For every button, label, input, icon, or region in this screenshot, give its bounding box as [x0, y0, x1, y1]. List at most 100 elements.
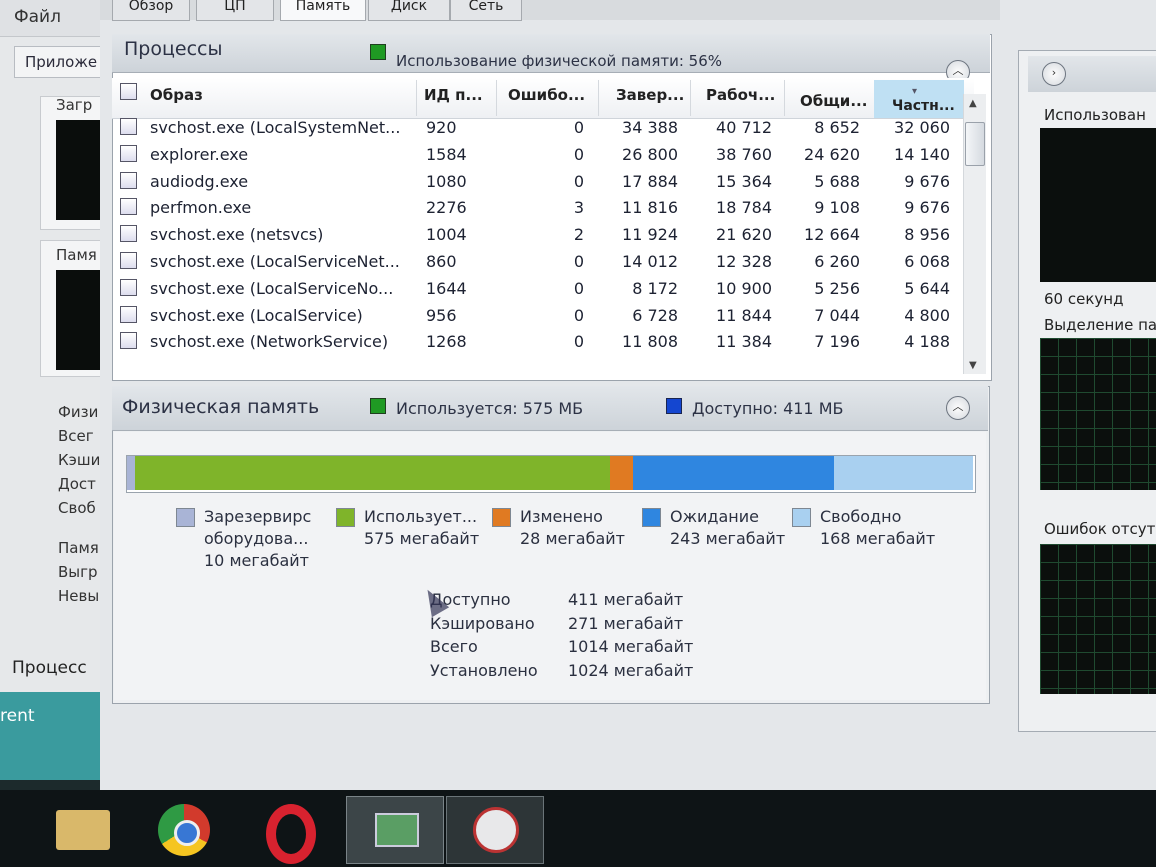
commit-graph — [1040, 338, 1156, 490]
file-explorer-taskbar-button[interactable] — [42, 796, 130, 862]
process-row[interactable]: audiodg.exe 1080 0 17 884 15 364 5 688 9 676 — [114, 171, 974, 199]
column-pid[interactable]: ИД п... — [424, 86, 483, 104]
tab-overview[interactable]: Обзор — [112, 0, 190, 21]
process-row[interactable]: explorer.exe 1584 0 26 800 38 760 24 620 14 14… — [114, 144, 974, 172]
summary-label: Установлено — [430, 660, 538, 680]
tab-memory[interactable]: Память — [280, 0, 366, 21]
process-checkbox[interactable] — [120, 252, 137, 269]
process-image: svchost.exe (LocalService) — [150, 305, 363, 325]
graph-title-commit: Выделение па — [1044, 316, 1156, 334]
memory-bar-segment-free — [834, 456, 973, 490]
column-separator[interactable] — [784, 80, 785, 116]
memory-usage-legend-icon — [370, 44, 386, 60]
tab-applications[interactable]: Приложе — [14, 46, 104, 78]
process-checkbox[interactable] — [120, 225, 137, 243]
status-processes: Процесс — [12, 658, 87, 678]
summary-label: Кэшировано — [430, 613, 535, 633]
scroll-up-icon[interactable]: ▲ — [969, 98, 977, 109]
process-pid: 860 — [426, 252, 457, 271]
process-private: 14 140 — [894, 144, 950, 164]
summary-value: 271 мегабайт — [568, 613, 684, 633]
process-shareable: 9 108 — [814, 198, 860, 218]
select-all-checkbox[interactable] — [120, 83, 137, 100]
legend-item-used: Использует... 575 мегабайт — [364, 506, 496, 550]
tab-cpu[interactable]: ЦП — [196, 0, 274, 21]
process-commit: 6 728 — [632, 305, 678, 325]
legend-item-free: Свободно 168 мегабайт — [820, 506, 952, 550]
process-row[interactable]: svchost.exe (LocalSystemNet... 920 0 34 388… — [114, 118, 974, 145]
graphs-expand-button[interactable]: › — [1042, 62, 1066, 86]
process-row[interactable]: svchost.exe (netsvcs) 1004 2 11 924 21 620 12… — [114, 225, 974, 252]
process-commit: 14 012 — [622, 252, 678, 271]
column-working-set[interactable]: Рабоч... — [706, 86, 775, 104]
column-commit[interactable]: Завер... — [616, 86, 684, 104]
column-separator[interactable] — [416, 80, 417, 116]
process-commit: 11 808 — [622, 332, 678, 352]
process-pid: 1644 — [426, 278, 467, 298]
resource-monitor-taskbar-button[interactable] — [346, 796, 444, 864]
process-faults: 0 — [573, 118, 584, 137]
process-checkbox[interactable] — [120, 118, 137, 135]
column-separator[interactable] — [496, 80, 497, 116]
process-checkbox[interactable] — [120, 171, 137, 189]
memory-used-label: Используется: 575 МБ — [396, 399, 584, 418]
column-shareable[interactable]: Общи... — [800, 92, 867, 110]
process-checkbox[interactable] — [120, 278, 137, 296]
opera-icon — [266, 804, 316, 864]
physical-memory-title: Физическая память — [122, 396, 320, 418]
process-checkbox[interactable] — [120, 332, 137, 350]
memory-bar-segment-standby — [633, 456, 835, 490]
column-separator[interactable] — [598, 80, 599, 116]
legend-text: 10 мегабайт — [204, 551, 309, 570]
process-working-set: 18 784 — [716, 198, 772, 218]
process-working-set: 21 620 — [716, 225, 772, 245]
process-row[interactable]: svchost.exe (LocalService) 956 0 6 728 11 84… — [114, 305, 974, 333]
legend-item-reserved: Зарезервирс оборудова... 10 мегабайт — [204, 506, 336, 572]
process-pid: 920 — [426, 118, 457, 137]
column-separator[interactable] — [690, 80, 691, 116]
process-shareable: 5 688 — [814, 171, 860, 191]
scroll-down-icon[interactable]: ▼ — [969, 360, 977, 371]
gauge-icon — [473, 807, 519, 853]
process-image: audiodg.exe — [150, 171, 249, 191]
process-working-set: 40 712 — [716, 118, 772, 137]
menu-file[interactable]: Файл — [14, 7, 61, 27]
process-checkbox[interactable] — [120, 144, 137, 162]
process-private: 6 068 — [904, 252, 950, 271]
opera-taskbar-button[interactable] — [246, 796, 334, 864]
chrome-taskbar-button[interactable] — [140, 796, 228, 862]
process-row[interactable]: svchost.exe (LocalServiceNet... 860 0 14 01… — [114, 252, 974, 279]
process-row[interactable]: svchost.exe (LocalServiceNo... 1644 0 8 172… — [114, 278, 974, 306]
process-private: 32 060 — [894, 118, 950, 137]
process-row[interactable]: perfmon.exe 2276 3 11 816 18 784 9 108 9 676 — [114, 198, 974, 225]
process-faults: 2 — [573, 225, 584, 245]
column-private[interactable]: Частн... — [892, 98, 955, 114]
process-private: 4 188 — [904, 332, 950, 352]
column-image[interactable]: Образ — [150, 86, 203, 104]
process-shareable: 12 664 — [804, 225, 860, 245]
process-shareable: 7 044 — [814, 305, 860, 325]
memory-bar-segment-used — [135, 456, 611, 490]
process-faults: 0 — [573, 144, 584, 164]
memory-collapse-button[interactable]: ︿ — [946, 396, 970, 420]
process-pid: 1268 — [426, 332, 467, 352]
process-faults: 0 — [573, 332, 584, 352]
memory-bar-segment-modified — [610, 456, 634, 490]
tab-network[interactable]: Сеть — [450, 0, 522, 21]
tab-disk[interactable]: Диск — [368, 0, 450, 21]
process-shareable: 6 260 — [814, 252, 860, 271]
perfmon-taskbar-button[interactable] — [446, 796, 544, 864]
process-checkbox[interactable] — [120, 198, 137, 216]
process-pid: 1584 — [426, 144, 467, 164]
column-faults[interactable]: Ошибо... — [508, 86, 585, 104]
process-checkbox[interactable] — [120, 305, 137, 323]
summary-value: 411 мегабайт — [568, 590, 684, 609]
process-row[interactable]: svchost.exe (NetworkService) 1268 0 11 808 1… — [114, 332, 974, 359]
legend-text: 168 мегабайт — [820, 529, 936, 548]
processes-scrollbar-thumb[interactable] — [965, 122, 985, 166]
process-pid: 1080 — [426, 171, 467, 191]
process-image: svchost.exe (netsvcs) — [150, 225, 324, 245]
process-working-set: 11 844 — [716, 305, 772, 325]
graph-title-usage: Использован — [1044, 106, 1146, 124]
legend-text: Изменено — [520, 507, 603, 526]
